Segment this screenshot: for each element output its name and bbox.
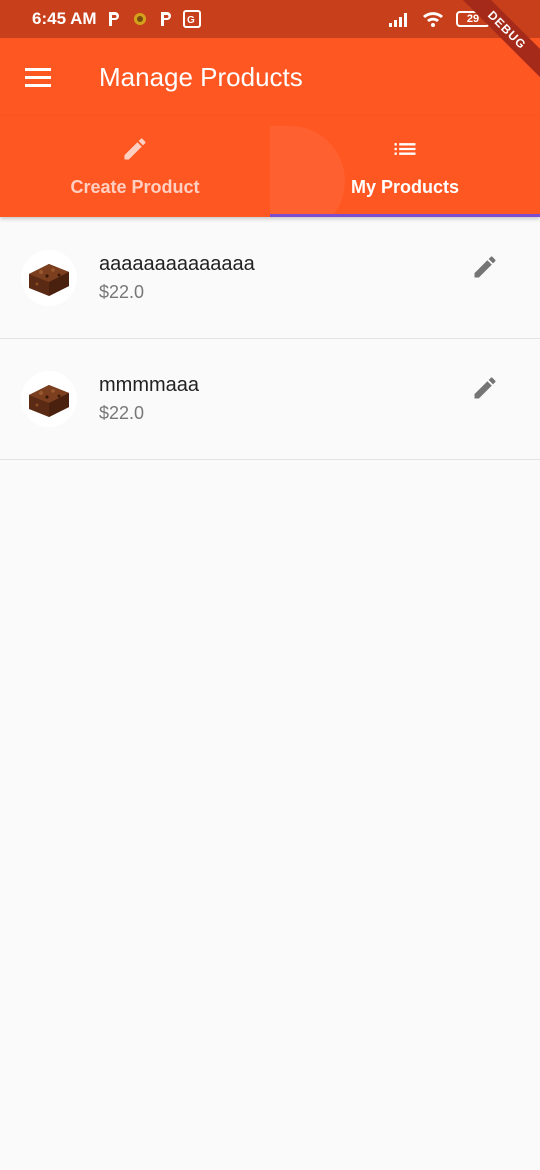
list-icon	[394, 143, 416, 155]
brownie-icon	[29, 264, 69, 296]
product-price: $22.0	[99, 403, 145, 423]
product-name: aaaaaaaaaaaaaa	[99, 253, 255, 275]
p-app-icon-2	[159, 11, 173, 27]
edit-pencil-icon	[474, 256, 496, 278]
svg-text:G: G	[187, 15, 195, 26]
hamburger-menu-icon	[25, 68, 51, 87]
brownie-icon	[29, 385, 69, 417]
list-item[interactable]: aaaaaaaaaaaaaa $22.0	[0, 218, 540, 339]
translate-icon: G	[182, 10, 201, 28]
debug-banner: DEBUG	[450, 0, 540, 90]
debug-banner-label: DEBUG	[453, 0, 540, 84]
signal-icon	[388, 11, 410, 27]
menu-button[interactable]	[0, 38, 76, 116]
list-item[interactable]: mmmmaaa $22.0	[0, 339, 540, 460]
product-list: aaaaaaaaaaaaaa $22.0 mmmmaaa $22.0	[0, 218, 540, 460]
product-image	[21, 250, 77, 306]
tab-create-product[interactable]: Create Product	[0, 116, 270, 217]
edit-pencil-icon	[474, 377, 496, 399]
product-price: $22.0	[99, 282, 145, 302]
p-app-icon	[107, 11, 121, 27]
page-title: Manage Products	[99, 61, 303, 92]
edit-product-button[interactable]	[470, 373, 500, 403]
tab-create-product-label: Create Product	[70, 177, 200, 197]
tab-indicator	[270, 214, 540, 217]
pencil-icon	[124, 138, 146, 160]
tab-bar: Create Product My Products	[0, 116, 540, 217]
tab-my-products[interactable]: My Products	[270, 116, 540, 217]
product-name: mmmmaaa	[99, 374, 200, 396]
gear-flower-icon	[131, 10, 149, 28]
product-image	[21, 371, 77, 427]
status-time: 6:45 AM	[32, 9, 97, 28]
edit-product-button[interactable]	[470, 252, 500, 282]
tab-ripple	[270, 126, 345, 217]
wifi-icon	[422, 11, 444, 27]
tab-my-products-label: My Products	[350, 177, 460, 197]
